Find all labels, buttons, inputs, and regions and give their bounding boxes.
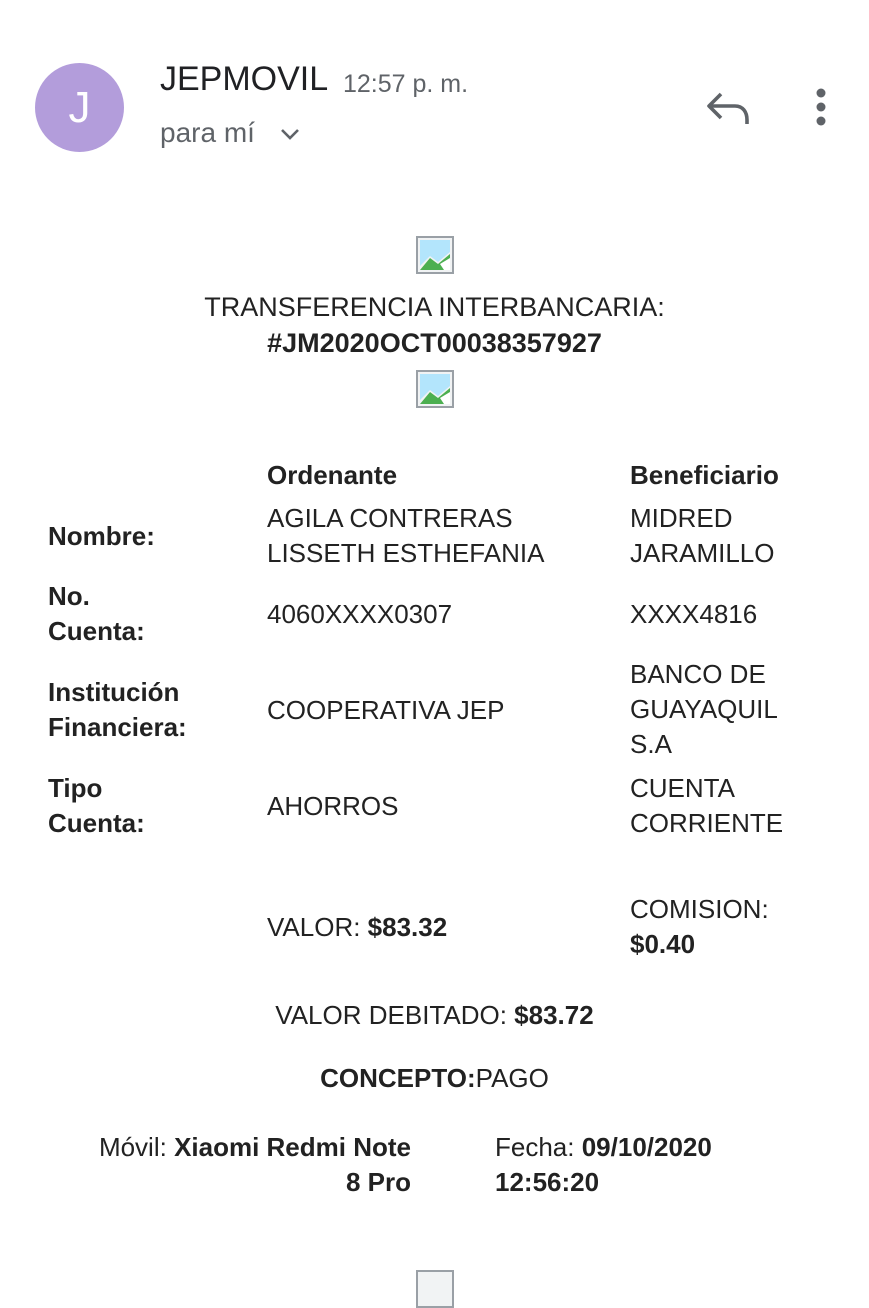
- concepto: CONCEPTO:PAGO: [0, 1061, 869, 1096]
- beneficiary-institution: BANCO DE GUAYAQUIL S.A: [630, 659, 778, 759]
- nombre-label: Nombre:: [48, 521, 155, 551]
- ordering-account-type: AHORROS: [267, 791, 399, 821]
- beneficiary-name: MIDRED JARAMILLO: [630, 503, 775, 568]
- sender-name: JEPMOVIL: [160, 60, 329, 98]
- beneficiary-header: Beneficiario: [630, 460, 779, 490]
- comision-label: COMISION:: [630, 894, 769, 924]
- fecha: Fecha: 09/10/2020: [495, 1132, 712, 1162]
- sender-avatar[interactable]: J: [35, 63, 124, 152]
- valor: VALOR: $83.32: [267, 912, 448, 942]
- cuenta-label: No. Cuenta:: [48, 581, 145, 646]
- ordering-account: 4060XXXX0307: [267, 599, 453, 629]
- movil-value-line2: 8 Pro: [345, 1167, 411, 1197]
- fecha-time: 12:56:20: [495, 1167, 600, 1197]
- valor-amount: $83.32: [367, 912, 448, 942]
- fecha-date: 09/10/2020: [581, 1132, 712, 1162]
- broken-image-icon: [416, 370, 454, 408]
- transaction-id: #JM2020OCT00038357927: [267, 328, 602, 358]
- debitado-amount: $83.72: [514, 1000, 594, 1030]
- valor-debitado: VALOR DEBITADO: $83.72: [275, 1000, 594, 1030]
- beneficiary-account: XXXX4816: [630, 599, 758, 629]
- chevron-down-icon[interactable]: [278, 124, 302, 144]
- ordering-institution: COOPERATIVA JEP: [267, 695, 505, 725]
- tipo-label: Tipo Cuenta:: [48, 773, 145, 838]
- received-time: 12:57 p. m.: [343, 70, 469, 98]
- concepto-value: PAGO: [475, 1063, 549, 1093]
- institucion-label: Institución Financiera:: [48, 677, 187, 742]
- broken-image-icon: [416, 236, 454, 274]
- recipient-label[interactable]: para mí: [160, 117, 255, 149]
- email-title: TRANSFERENCIA INTERBANCARIA:: [204, 292, 665, 322]
- broken-image-icon: [416, 1270, 454, 1308]
- more-options-icon[interactable]: [806, 86, 836, 130]
- beneficiary-account-type: CUENTA CORRIENTE: [630, 773, 784, 838]
- movil: Móvil: Xiaomi Redmi Note: [98, 1132, 411, 1162]
- movil-value: Xiaomi Redmi Note: [174, 1132, 411, 1162]
- ordering-header: Ordenante: [267, 460, 398, 490]
- comision-amount: $0.40: [630, 929, 696, 959]
- ordering-name: AGILA CONTRERAS LISSETH ESTHEFANIA: [267, 503, 545, 568]
- reply-icon[interactable]: [703, 86, 753, 130]
- concepto-label: CONCEPTO:: [320, 1063, 476, 1093]
